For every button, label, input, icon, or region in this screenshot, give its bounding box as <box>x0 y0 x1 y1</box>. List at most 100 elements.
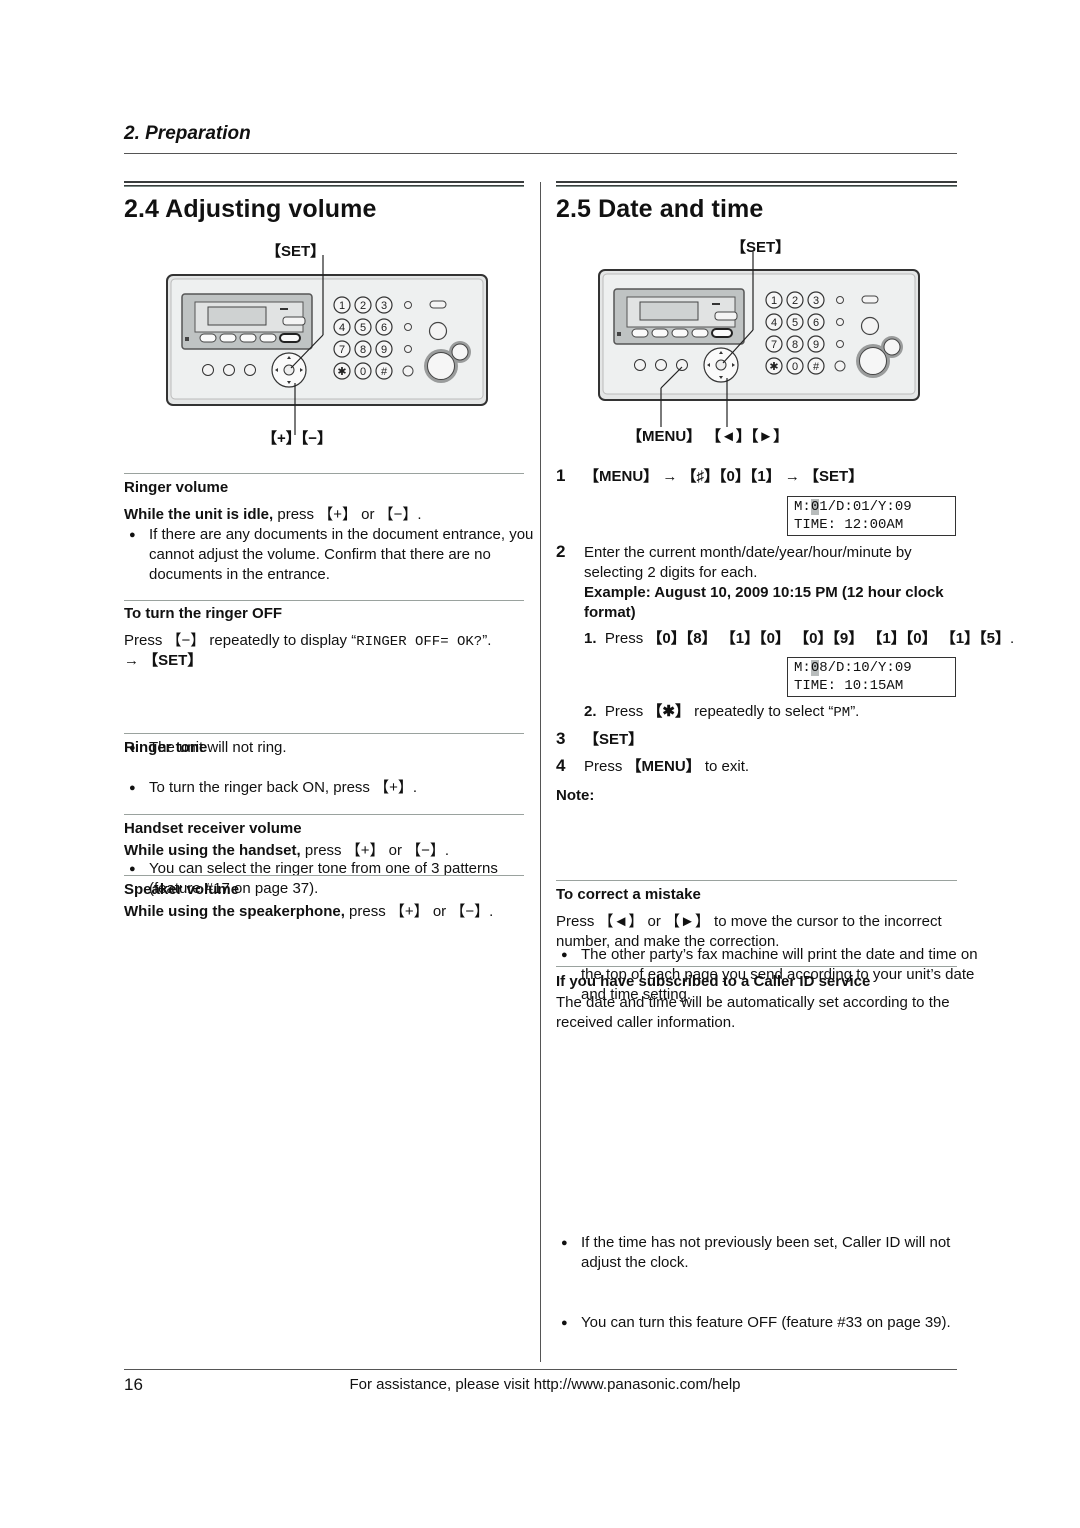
substep-text: ”. <box>850 703 860 720</box>
step-text: Press <box>584 758 627 775</box>
keypad-key-label: ✱ <box>769 361 778 373</box>
divider <box>124 814 524 815</box>
step-text: to exit. <box>700 758 750 775</box>
step-number: 4 <box>556 756 566 775</box>
round-button <box>244 364 256 376</box>
bullet-item: If the time has not previously been set,… <box>556 1233 982 1273</box>
step-number: 2 <box>556 542 566 561</box>
divider <box>124 875 524 876</box>
stop-button <box>714 311 738 321</box>
indicator-led <box>185 337 189 341</box>
fax-device-illustration: 1 2 3 4 5 6 7 8 9 ✱ 0 # <box>166 255 488 435</box>
lcd-cursor: 0 <box>810 499 820 515</box>
speaker-button <box>451 343 469 361</box>
divider <box>124 600 524 601</box>
step-2-text: Enter the current month/date/year/hour/m… <box>584 544 912 581</box>
substep-1: 1. Press 【0】【8】 【1】【0】 【0】【9】 【1】【0】 【1】… <box>584 629 1014 649</box>
bullet-item: You can turn this feature OFF (feature #… <box>556 1313 982 1333</box>
keypad-key-label: 7 <box>339 344 345 356</box>
function-button <box>279 333 301 343</box>
heading-caller-id: If you have subscribed to a Caller ID se… <box>556 973 871 990</box>
lcd-line-1: M:01/D:01/Y:09 <box>794 498 949 516</box>
assistance-link[interactable]: For assistance, please visit http://www.… <box>0 1376 1080 1393</box>
instruction-condition: While the unit is idle, <box>124 506 274 523</box>
ringer-volume-instruction: While the unit is idle, press 【+】 or 【−】… <box>124 505 422 525</box>
step-3-key: 【SET】 <box>584 731 644 748</box>
note-heading: Note: <box>556 787 595 804</box>
instruction-condition: While using the handset, <box>124 842 301 859</box>
small-button <box>404 301 412 309</box>
keypad-key-label: 0 <box>360 366 366 378</box>
correct-mistake-text: Press 【◄】 or 【►】 to move the cursor to t… <box>556 913 942 950</box>
round-button <box>655 359 667 371</box>
indicator-mark <box>712 303 720 305</box>
small-button <box>836 296 844 304</box>
oval-button <box>429 300 447 309</box>
heading-ringer-tone: Ringer tone <box>124 739 208 756</box>
section-label: 2. Preparation <box>124 123 251 144</box>
step-4-text: Press 【MENU】 to exit. <box>584 757 749 777</box>
stop-button <box>282 316 306 326</box>
menu-key: 【MENU】 <box>626 758 701 775</box>
start-button <box>427 352 455 380</box>
keypad-key-label: 9 <box>813 339 819 351</box>
keypad-key-label: 0 <box>792 361 798 373</box>
start-button <box>859 347 887 375</box>
ringer-off-instruction: Press 【−】 repeatedly to display “RINGER … <box>124 631 491 652</box>
star-key: 【✱】 <box>647 703 690 720</box>
keypad-key-label: 6 <box>381 322 387 334</box>
column-divider <box>540 182 541 1362</box>
lcd-line-2: TIME: 10:15AM <box>794 678 904 694</box>
header-rule <box>124 153 957 154</box>
keypad-key-label: 2 <box>792 295 798 307</box>
indicator-led <box>617 332 621 336</box>
section-title-date-time: 2.5 Date and time <box>556 195 764 223</box>
instruction-condition: While using the speakerphone, <box>124 903 345 920</box>
substep-text: repeatedly to select “ <box>689 703 834 720</box>
keypad-key-label: 3 <box>381 300 387 312</box>
instruction-text: Press 【−】 repeatedly to display “ <box>124 632 357 649</box>
lcd-text: M: <box>794 660 811 676</box>
handset-volume-instruction: While using the handset, press 【+】 or 【−… <box>124 841 449 861</box>
lcd-screen <box>639 301 699 321</box>
keypad-key-label: 2 <box>360 300 366 312</box>
small-button <box>404 345 412 353</box>
keypad-key-label: 5 <box>792 317 798 329</box>
speaker-button <box>883 338 901 356</box>
section-bar <box>556 181 957 187</box>
bullet-item: To turn the ringer back ON, press 【+】. <box>124 778 549 798</box>
round-button-large <box>860 316 880 336</box>
bullet-ringer-volume: If there are any documents in the docume… <box>124 525 549 585</box>
lcd-message: RINGER OFF= OK? <box>356 634 483 650</box>
step-1-keys: 【MENU】 → 【♯】【0】【1】 → 【SET】 <box>584 468 864 485</box>
lcd-display: M:08/D:10/Y:09 TIME: 10:15AM <box>787 657 956 697</box>
substep-text: Press <box>604 703 648 720</box>
keypad-key-label: 5 <box>360 322 366 334</box>
keypad-key-label: # <box>813 361 820 373</box>
keypad-key-label: 4 <box>339 322 345 334</box>
keypad-key-label: 3 <box>813 295 819 307</box>
instruction-action: press 【+】 or 【−】. <box>300 842 450 859</box>
round-button-large <box>428 321 448 341</box>
round-button <box>223 364 235 376</box>
keypad-key-label: 1 <box>771 295 777 307</box>
function-button <box>199 333 217 343</box>
substep-number: 1. <box>584 630 597 647</box>
function-button <box>239 333 257 343</box>
small-button <box>404 323 412 331</box>
substep-2: 2. Press 【✱】 repeatedly to select “PM”. <box>584 702 859 723</box>
keypad-key-label: # <box>381 366 388 378</box>
function-button <box>671 328 689 338</box>
instruction-text: ”. <box>482 632 492 649</box>
substep-number: 2. <box>584 703 597 720</box>
function-button <box>691 328 709 338</box>
set-step: → 【SET】 <box>124 652 203 669</box>
keypad-key-label: 1 <box>339 300 345 312</box>
divider <box>556 880 957 881</box>
keypad-key-label: ✱ <box>337 366 346 378</box>
heading-correct-mistake: To correct a mistake <box>556 886 701 903</box>
lcd-text: 1/D:01/Y:09 <box>819 499 912 515</box>
keypad-key-label: 6 <box>813 317 819 329</box>
small-button <box>836 340 844 348</box>
substep-text: . <box>1009 630 1015 647</box>
